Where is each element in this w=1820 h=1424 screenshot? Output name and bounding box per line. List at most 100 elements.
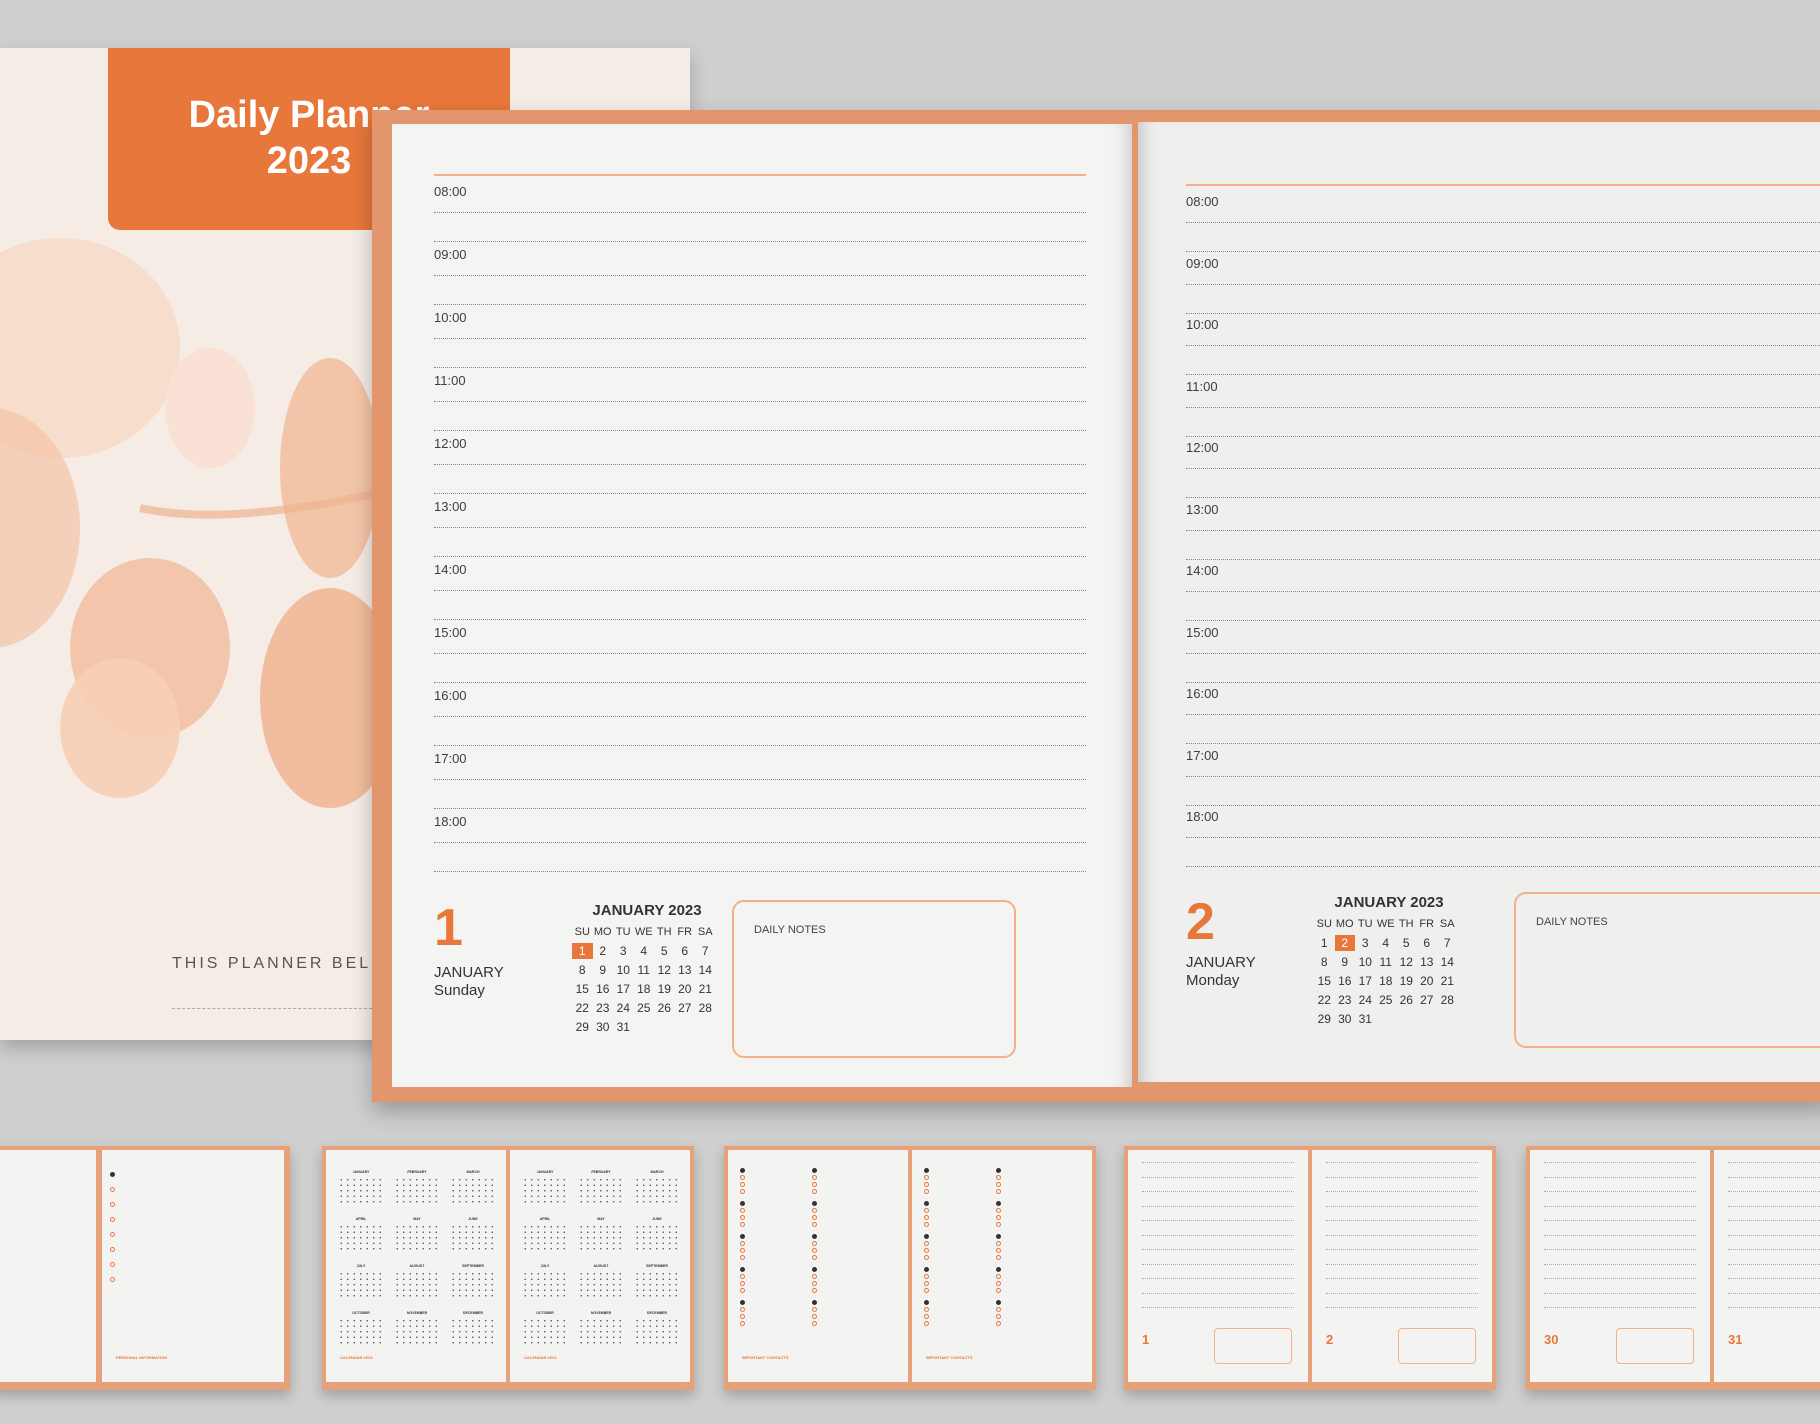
hour-line (434, 653, 1086, 654)
calendar-day[interactable]: 29 (572, 1019, 593, 1035)
calendar-day-selected[interactable]: 2 (1334, 935, 1355, 951)
hour-slot[interactable]: 18:00 (1186, 809, 1820, 871)
hour-slot[interactable]: 14:00 (434, 562, 1086, 625)
thumbnail-daily-pages-end[interactable]: 30 31 (1526, 1146, 1820, 1390)
hour-slot[interactable]: 18:00 (434, 814, 1086, 877)
calendar-day[interactable]: 8 (572, 962, 593, 978)
hour-slot[interactable]: 10:00 (1186, 317, 1820, 379)
calendar-day[interactable]: 17 (613, 981, 634, 997)
hour-slot[interactable]: 08:00 (1186, 194, 1820, 256)
calendar-day[interactable]: 21 (695, 981, 716, 997)
hour-slot[interactable]: 09:00 (1186, 256, 1820, 318)
calendar-day[interactable]: 24 (1355, 992, 1376, 1008)
calendar-day[interactable]: 19 (654, 981, 675, 997)
daily-notes-box[interactable]: DAILY NOTES (732, 900, 1016, 1058)
calendar-day[interactable]: 11 (1376, 954, 1397, 970)
calendar-day[interactable]: 30 (593, 1019, 614, 1035)
calendar-day[interactable]: 15 (572, 981, 593, 997)
calendar-day[interactable]: 14 (695, 962, 716, 978)
right-page: 08:00 09:00 10:00 11:00 12:00 13:00 14:00 15:00… (1138, 122, 1820, 1082)
calendar-day[interactable]: 4 (634, 943, 655, 959)
daily-notes-box[interactable]: DAILY NOTES (1514, 892, 1820, 1048)
calendar-day[interactable]: 27 (675, 1000, 696, 1016)
month-thumbnail: JULY (522, 1264, 568, 1302)
thumbnail-hour-lines (1326, 1162, 1478, 1322)
calendar-day[interactable]: 8 (1314, 954, 1335, 970)
calendar-day[interactable]: 21 (1437, 973, 1458, 989)
calendar-day[interactable]: 9 (1335, 954, 1356, 970)
hour-slot[interactable]: 15:00 (1186, 625, 1820, 687)
calendar-day[interactable]: 23 (1335, 992, 1356, 1008)
calendar-day[interactable]: 3 (1355, 935, 1376, 951)
calendar-day[interactable]: 13 (1417, 954, 1438, 970)
calendar-day[interactable]: 27 (1417, 992, 1438, 1008)
hour-slot[interactable]: 14:00 (1186, 563, 1820, 625)
hour-slot[interactable]: 11:00 (434, 373, 1086, 436)
hour-slot[interactable]: 16:00 (434, 688, 1086, 751)
calendar-day[interactable]: 6 (675, 943, 696, 959)
thumbnail-personal-info[interactable]: PERSONAL INFORMATION (0, 1146, 290, 1390)
calendar-day[interactable]: 26 (654, 1000, 675, 1016)
calendar-day[interactable]: 14 (1437, 954, 1458, 970)
hour-slot[interactable]: 17:00 (434, 751, 1086, 814)
calendar-day[interactable]: 28 (1437, 992, 1458, 1008)
calendar-day[interactable]: 12 (654, 962, 675, 978)
hour-line (1186, 406, 1820, 408)
month-days (578, 1318, 624, 1346)
calendar-day[interactable]: 20 (675, 981, 696, 997)
calendar-day[interactable]: 31 (1355, 1011, 1376, 1027)
month-thumbnail: MAY (578, 1217, 624, 1255)
calendar-day[interactable]: 15 (1314, 973, 1335, 989)
calendar-day[interactable]: 23 (593, 1000, 614, 1016)
hour-slot[interactable]: 11:00 (1186, 379, 1820, 441)
hour-slot[interactable]: 12:00 (434, 436, 1086, 499)
calendar-day[interactable]: 24 (613, 1000, 634, 1016)
calendar-day[interactable]: 18 (1376, 973, 1397, 989)
thumbnail-calendars[interactable]: JANUARY FEBRUARY MARCH APRIL MAY JUNE JULY AUGU… (322, 1146, 694, 1390)
calendar-day[interactable]: 16 (593, 981, 614, 997)
calendar-day[interactable]: 10 (613, 962, 634, 978)
calendar-day[interactable]: 20 (1417, 973, 1438, 989)
calendar-day[interactable]: 28 (695, 1000, 716, 1016)
calendar-day[interactable]: 1 (1314, 935, 1335, 951)
calendar-day[interactable]: 5 (654, 943, 675, 959)
calendar-day[interactable]: 13 (675, 962, 696, 978)
hour-slot[interactable]: 10:00 (434, 310, 1086, 373)
hour-slot[interactable]: 16:00 (1186, 686, 1820, 748)
calendar-day[interactable]: 11 (634, 962, 655, 978)
calendar-day[interactable]: 19 (1396, 973, 1417, 989)
calendar-day[interactable]: 25 (1376, 992, 1397, 1008)
calendar-day[interactable]: 25 (634, 1000, 655, 1016)
thumbnail-daily-pages-start[interactable]: 1 2 (1124, 1146, 1496, 1390)
calendar-day[interactable]: 6 (1417, 935, 1438, 951)
contact-field-icon (924, 1307, 929, 1312)
calendar-day[interactable]: 7 (1437, 935, 1458, 951)
calendar-day[interactable]: 30 (1335, 1011, 1356, 1027)
calendar-day[interactable]: 10 (1355, 954, 1376, 970)
calendar-day[interactable]: 22 (572, 1000, 593, 1016)
hour-slot[interactable]: 13:00 (1186, 502, 1820, 564)
hour-slot[interactable]: 09:00 (434, 247, 1086, 310)
hour-slot[interactable]: 12:00 (1186, 440, 1820, 502)
hour-slot[interactable]: 08:00 (434, 184, 1086, 247)
hour-slot[interactable]: 17:00 (1186, 748, 1820, 810)
calendar-day[interactable]: 7 (695, 943, 716, 959)
hour-slot[interactable]: 13:00 (434, 499, 1086, 562)
hour-slot[interactable]: 15:00 (434, 625, 1086, 688)
half-hour-line (434, 430, 1086, 431)
calendar-day[interactable]: 31 (613, 1019, 634, 1035)
calendar-day[interactable]: 17 (1355, 973, 1376, 989)
calendar-day[interactable]: 18 (634, 981, 655, 997)
calendar-day[interactable]: 26 (1396, 992, 1417, 1008)
calendar-day[interactable]: 2 (593, 943, 614, 959)
calendar-day[interactable]: 3 (613, 943, 634, 959)
calendar-day[interactable]: 22 (1314, 992, 1335, 1008)
calendar-day[interactable]: 4 (1376, 935, 1397, 951)
calendar-day[interactable]: 9 (593, 962, 614, 978)
calendar-day-selected[interactable]: 1 (572, 943, 593, 959)
thumbnail-contacts[interactable]: IMPORTANT CONTACTS IMPORTANT CONTACTS (724, 1146, 1096, 1390)
calendar-day[interactable]: 5 (1396, 935, 1417, 951)
calendar-day[interactable]: 12 (1396, 954, 1417, 970)
calendar-day[interactable]: 16 (1335, 973, 1356, 989)
calendar-day[interactable]: 29 (1314, 1011, 1335, 1027)
